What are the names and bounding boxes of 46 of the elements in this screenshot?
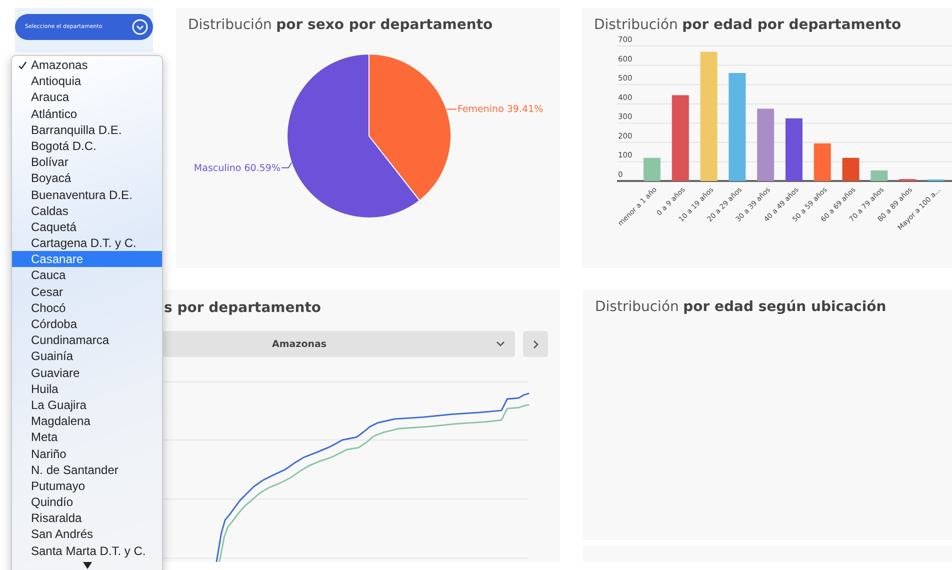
menu-item[interactable]: Chocó bbox=[12, 300, 162, 316]
chart-title: Distribución por edad según ubicación bbox=[594, 298, 888, 315]
menu-item[interactable]: Córdoba bbox=[12, 316, 162, 332]
menu-item[interactable]: Atlántico bbox=[12, 106, 162, 122]
bar bbox=[870, 170, 888, 181]
menu-item[interactable]: Guaviare bbox=[12, 364, 162, 381]
slice-label: Masculino 60.59% bbox=[194, 162, 280, 174]
menu-item[interactable]: Nariño bbox=[12, 446, 162, 462]
menu-item[interactable]: Boyacá bbox=[12, 170, 162, 186]
menu-item[interactable]: N. de Santander bbox=[12, 462, 162, 478]
chart-title: Distribución por edad por departamento bbox=[593, 16, 902, 33]
menu-item[interactable]: Quindío bbox=[12, 494, 162, 510]
menu-item[interactable]: Cartagena D.T. y C. bbox=[12, 235, 162, 252]
chevron-down-icon bbox=[496, 341, 505, 347]
menu-item[interactable]: Bolívar bbox=[12, 154, 162, 170]
menu-item[interactable]: Cauca bbox=[12, 267, 162, 284]
chevron-down-circle-icon bbox=[132, 19, 148, 35]
menu-item[interactable]: Caldas bbox=[12, 202, 162, 219]
menu-item[interactable]: Caquetá bbox=[12, 218, 162, 236]
menu-item[interactable]: San Andrés bbox=[12, 526, 162, 543]
chart-title: s por departamento bbox=[163, 299, 322, 316]
menu-item[interactable]: Amazonas bbox=[12, 57, 162, 74]
leader-line bbox=[281, 162, 292, 168]
bar bbox=[644, 158, 660, 181]
menu-item[interactable]: Casanare bbox=[12, 251, 162, 268]
menu-item[interactable]: Barranquilla D.E. bbox=[12, 122, 162, 138]
menu-item[interactable]: Arauca bbox=[12, 89, 162, 106]
menu-item[interactable]: Santa Marta D.T. y C. bbox=[12, 542, 162, 559]
menu-item[interactable]: Huila bbox=[12, 380, 162, 397]
slice-label: Femenino 39.41% bbox=[458, 104, 544, 116]
bar bbox=[842, 158, 860, 181]
chart-title: Distribución por sexo por departamento bbox=[187, 16, 494, 33]
menu-item[interactable]: Meta bbox=[12, 429, 162, 446]
menu-item[interactable]: Putumayo bbox=[12, 478, 162, 494]
menu-item[interactable]: Antioquia bbox=[12, 73, 162, 90]
chevron-right-icon bbox=[532, 340, 538, 348]
menu-item[interactable]: Buenaventura D.E. bbox=[12, 186, 162, 203]
menu-item[interactable]: Magdalena bbox=[12, 413, 162, 430]
bar bbox=[786, 118, 802, 181]
menu-item[interactable]: Cesar bbox=[12, 284, 162, 300]
leader-line bbox=[446, 108, 457, 110]
menu-item[interactable]: La Guajira bbox=[12, 396, 162, 414]
menu-item[interactable]: Risaralda bbox=[12, 510, 162, 526]
scroll-down-arrow-icon[interactable] bbox=[83, 562, 92, 569]
menu-item[interactable]: Bogotá D.C. bbox=[12, 138, 162, 154]
bar bbox=[814, 143, 831, 181]
